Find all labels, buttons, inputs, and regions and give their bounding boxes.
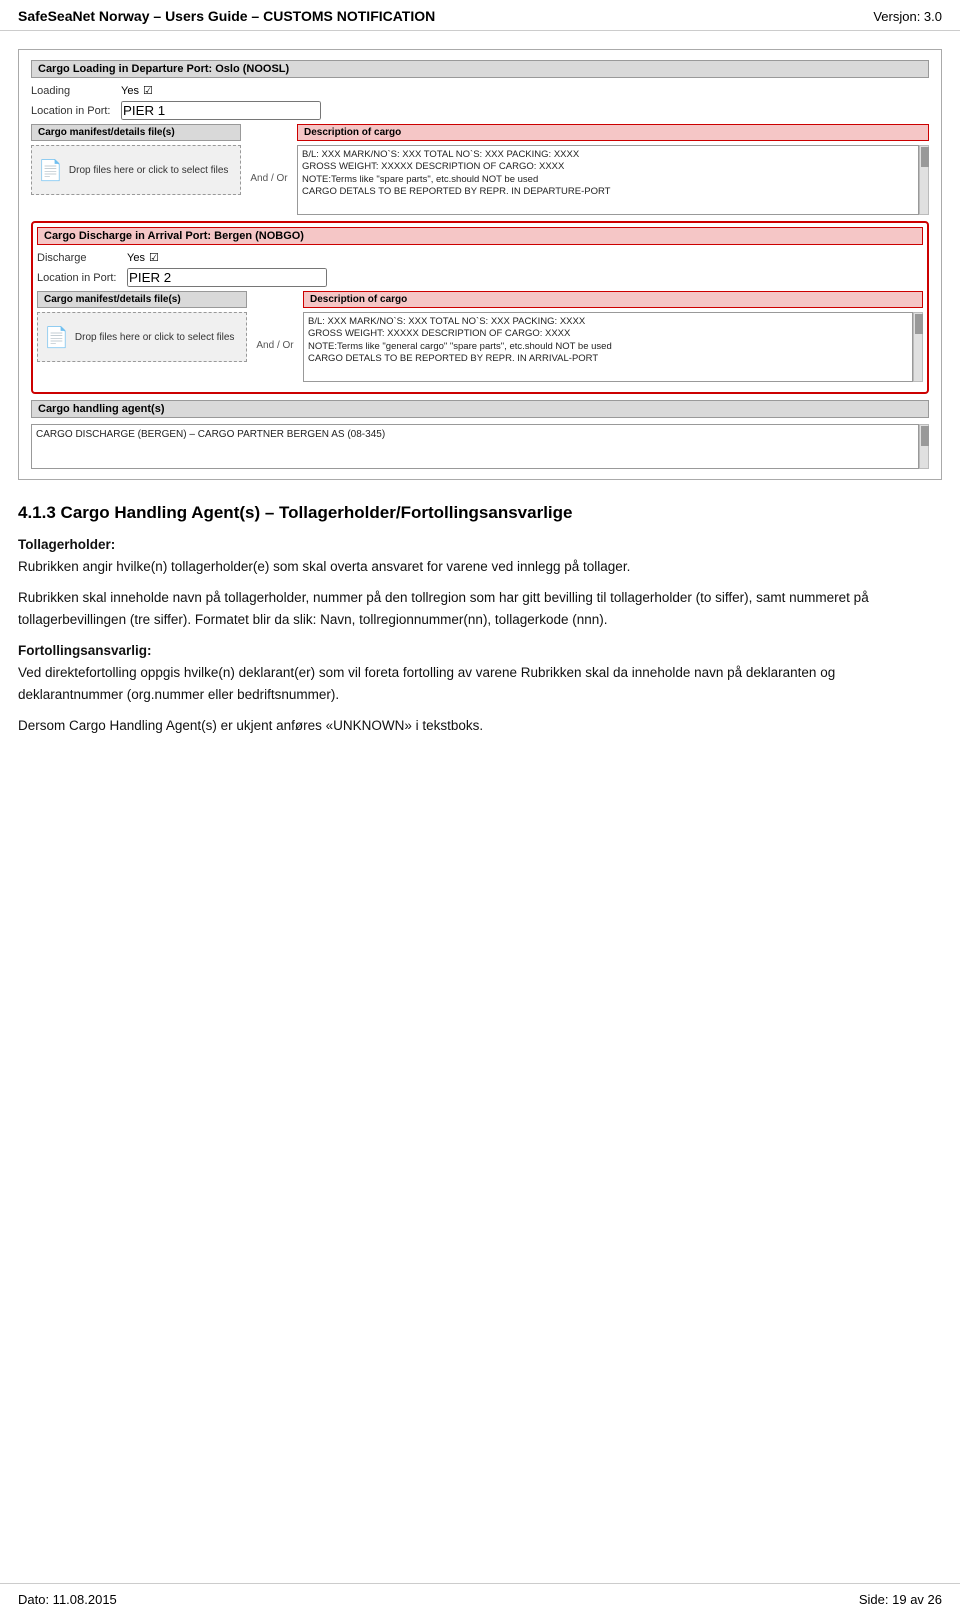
discharge-two-col: Cargo manifest/details file(s) 📄 Drop fi… — [37, 291, 923, 382]
scrollbar-1 — [919, 145, 929, 215]
discharge-section-highlighted: Cargo Discharge in Arrival Port: Bergen … — [31, 221, 929, 394]
document-title: SafeSeaNet Norway – Users Guide – CUSTOM… — [18, 8, 435, 24]
discharge-location-row: Location in Port: — [37, 268, 923, 287]
paragraph-3: Fortollingsansvarlig: Ved direktefortoll… — [18, 640, 942, 705]
discharge-section-bar: Cargo Discharge in Arrival Port: Bergen … — [37, 227, 923, 245]
body-text-block: Tollagerholder: Rubrikken angir hvilke(n… — [18, 534, 942, 737]
paragraph-2: Rubrikken skal inneholde navn på tollage… — [18, 587, 942, 630]
paragraph-1: Tollagerholder: Rubrikken angir hvilke(n… — [18, 534, 942, 577]
discharge-value: Yes ☑ — [127, 251, 159, 264]
drop-text-1: Drop files here or click to select files — [69, 165, 229, 176]
loading-section-bar: Cargo Loading in Departure Port: Oslo (N… — [31, 60, 929, 78]
loading-manifest-label: Cargo manifest/details file(s) — [31, 124, 241, 141]
location-label-1: Location in Port: — [31, 105, 121, 117]
discharge-desc-label: Description of cargo — [303, 291, 923, 308]
discharge-checkbox: ☑ — [149, 251, 159, 264]
agents-section-bar: Cargo handling agent(s) — [31, 400, 929, 418]
discharge-and-or: And / Or — [255, 291, 295, 382]
loading-desc-box: Description of cargo B/L: XXX MARK/NO`S:… — [297, 124, 929, 215]
scrollbar-2 — [913, 312, 923, 382]
location-value-1 — [121, 101, 321, 120]
location-input-2[interactable] — [127, 268, 327, 287]
paragraph-2-text: Rubrikken skal inneholde navn på tollage… — [18, 590, 869, 627]
tollagerholder-heading: Tollagerholder: — [18, 537, 115, 552]
discharge-drop-zone[interactable]: 📄 Drop files here or click to select fil… — [37, 312, 247, 362]
scrollbar-3 — [919, 424, 929, 469]
loading-manifest-box: Cargo manifest/details file(s) 📄 Drop fi… — [31, 124, 241, 215]
drop-text-2: Drop files here or click to select files — [75, 332, 235, 343]
location-value-2 — [127, 268, 327, 287]
location-label-2: Location in Port: — [37, 272, 127, 284]
agents-section: Cargo handling agent(s) CARGO DISCHARGE … — [31, 400, 929, 469]
footer-date: Dato: 11.08.2015 — [18, 1592, 117, 1607]
document-version: Versjon: 3.0 — [873, 9, 942, 24]
paragraph-4: Dersom Cargo Handling Agent(s) er ukjent… — [18, 715, 942, 737]
discharge-desc-box: Description of cargo B/L: XXX MARK/NO`S:… — [303, 291, 923, 382]
drop-file-icon: 📄 — [38, 158, 63, 183]
loading-and-or: And / Or — [249, 124, 289, 215]
loading-label: Loading — [31, 85, 121, 97]
paragraph-3-text: Ved direktefortolling oppgis hvilke(n) d… — [18, 665, 835, 702]
loading-location-row: Location in Port: — [31, 101, 929, 120]
screenshot-container: Cargo Loading in Departure Port: Oslo (N… — [18, 49, 942, 480]
discharge-field-row: Discharge Yes ☑ — [37, 251, 923, 264]
discharge-label: Discharge — [37, 252, 127, 264]
drop-file-icon-2: 📄 — [44, 325, 69, 350]
agents-wrapper: CARGO DISCHARGE (BERGEN) – CARGO PARTNER… — [31, 424, 929, 469]
page-footer: Dato: 11.08.2015 Side: 19 av 26 — [0, 1583, 960, 1615]
loading-section: Cargo Loading in Departure Port: Oslo (N… — [31, 60, 929, 215]
paragraph-4-text: Dersom Cargo Handling Agent(s) er ukjent… — [18, 718, 483, 733]
discharge-manifest-label: Cargo manifest/details file(s) — [37, 291, 247, 308]
loading-desc-textarea[interactable]: B/L: XXX MARK/NO`S: XXX TOTAL NO`S: XXX … — [297, 145, 919, 215]
section-title: Cargo Handling Agent(s) – Tollagerholder… — [61, 503, 573, 522]
footer-page: Side: 19 av 26 — [859, 1592, 942, 1607]
main-content: 4.1.3 Cargo Handling Agent(s) – Tollager… — [0, 480, 960, 759]
discharge-desc-wrapper: B/L: XXX MARK/NO`S: XXX TOTAL NO`S: XXX … — [303, 312, 923, 382]
discharge-desc-textarea[interactable]: B/L: XXX MARK/NO`S: XXX TOTAL NO`S: XXX … — [303, 312, 913, 382]
fortollingsansvarlig-heading: Fortollingsansvarlig: — [18, 643, 152, 658]
section-number: 4.1.3 — [18, 503, 61, 522]
location-input-1[interactable] — [121, 101, 321, 120]
ui-simulation: Cargo Loading in Departure Port: Oslo (N… — [19, 50, 941, 479]
loading-field-row: Loading Yes ☑ — [31, 84, 929, 97]
discharge-manifest-box: Cargo manifest/details file(s) 📄 Drop fi… — [37, 291, 247, 382]
paragraph-1-text: Rubrikken angir hvilke(n) tollagerholder… — [18, 559, 630, 574]
loading-desc-wrapper: B/L: XXX MARK/NO`S: XXX TOTAL NO`S: XXX … — [297, 145, 929, 215]
loading-drop-zone[interactable]: 📄 Drop files here or click to select fil… — [31, 145, 241, 195]
page-header: SafeSeaNet Norway – Users Guide – CUSTOM… — [0, 0, 960, 31]
loading-two-col: Cargo manifest/details file(s) 📄 Drop fi… — [31, 124, 929, 215]
loading-value: Yes ☑ — [121, 84, 153, 97]
agents-textarea[interactable]: CARGO DISCHARGE (BERGEN) – CARGO PARTNER… — [31, 424, 919, 469]
section-heading: 4.1.3 Cargo Handling Agent(s) – Tollager… — [18, 502, 942, 524]
loading-desc-label: Description of cargo — [297, 124, 929, 141]
loading-checkbox: ☑ — [143, 84, 153, 97]
